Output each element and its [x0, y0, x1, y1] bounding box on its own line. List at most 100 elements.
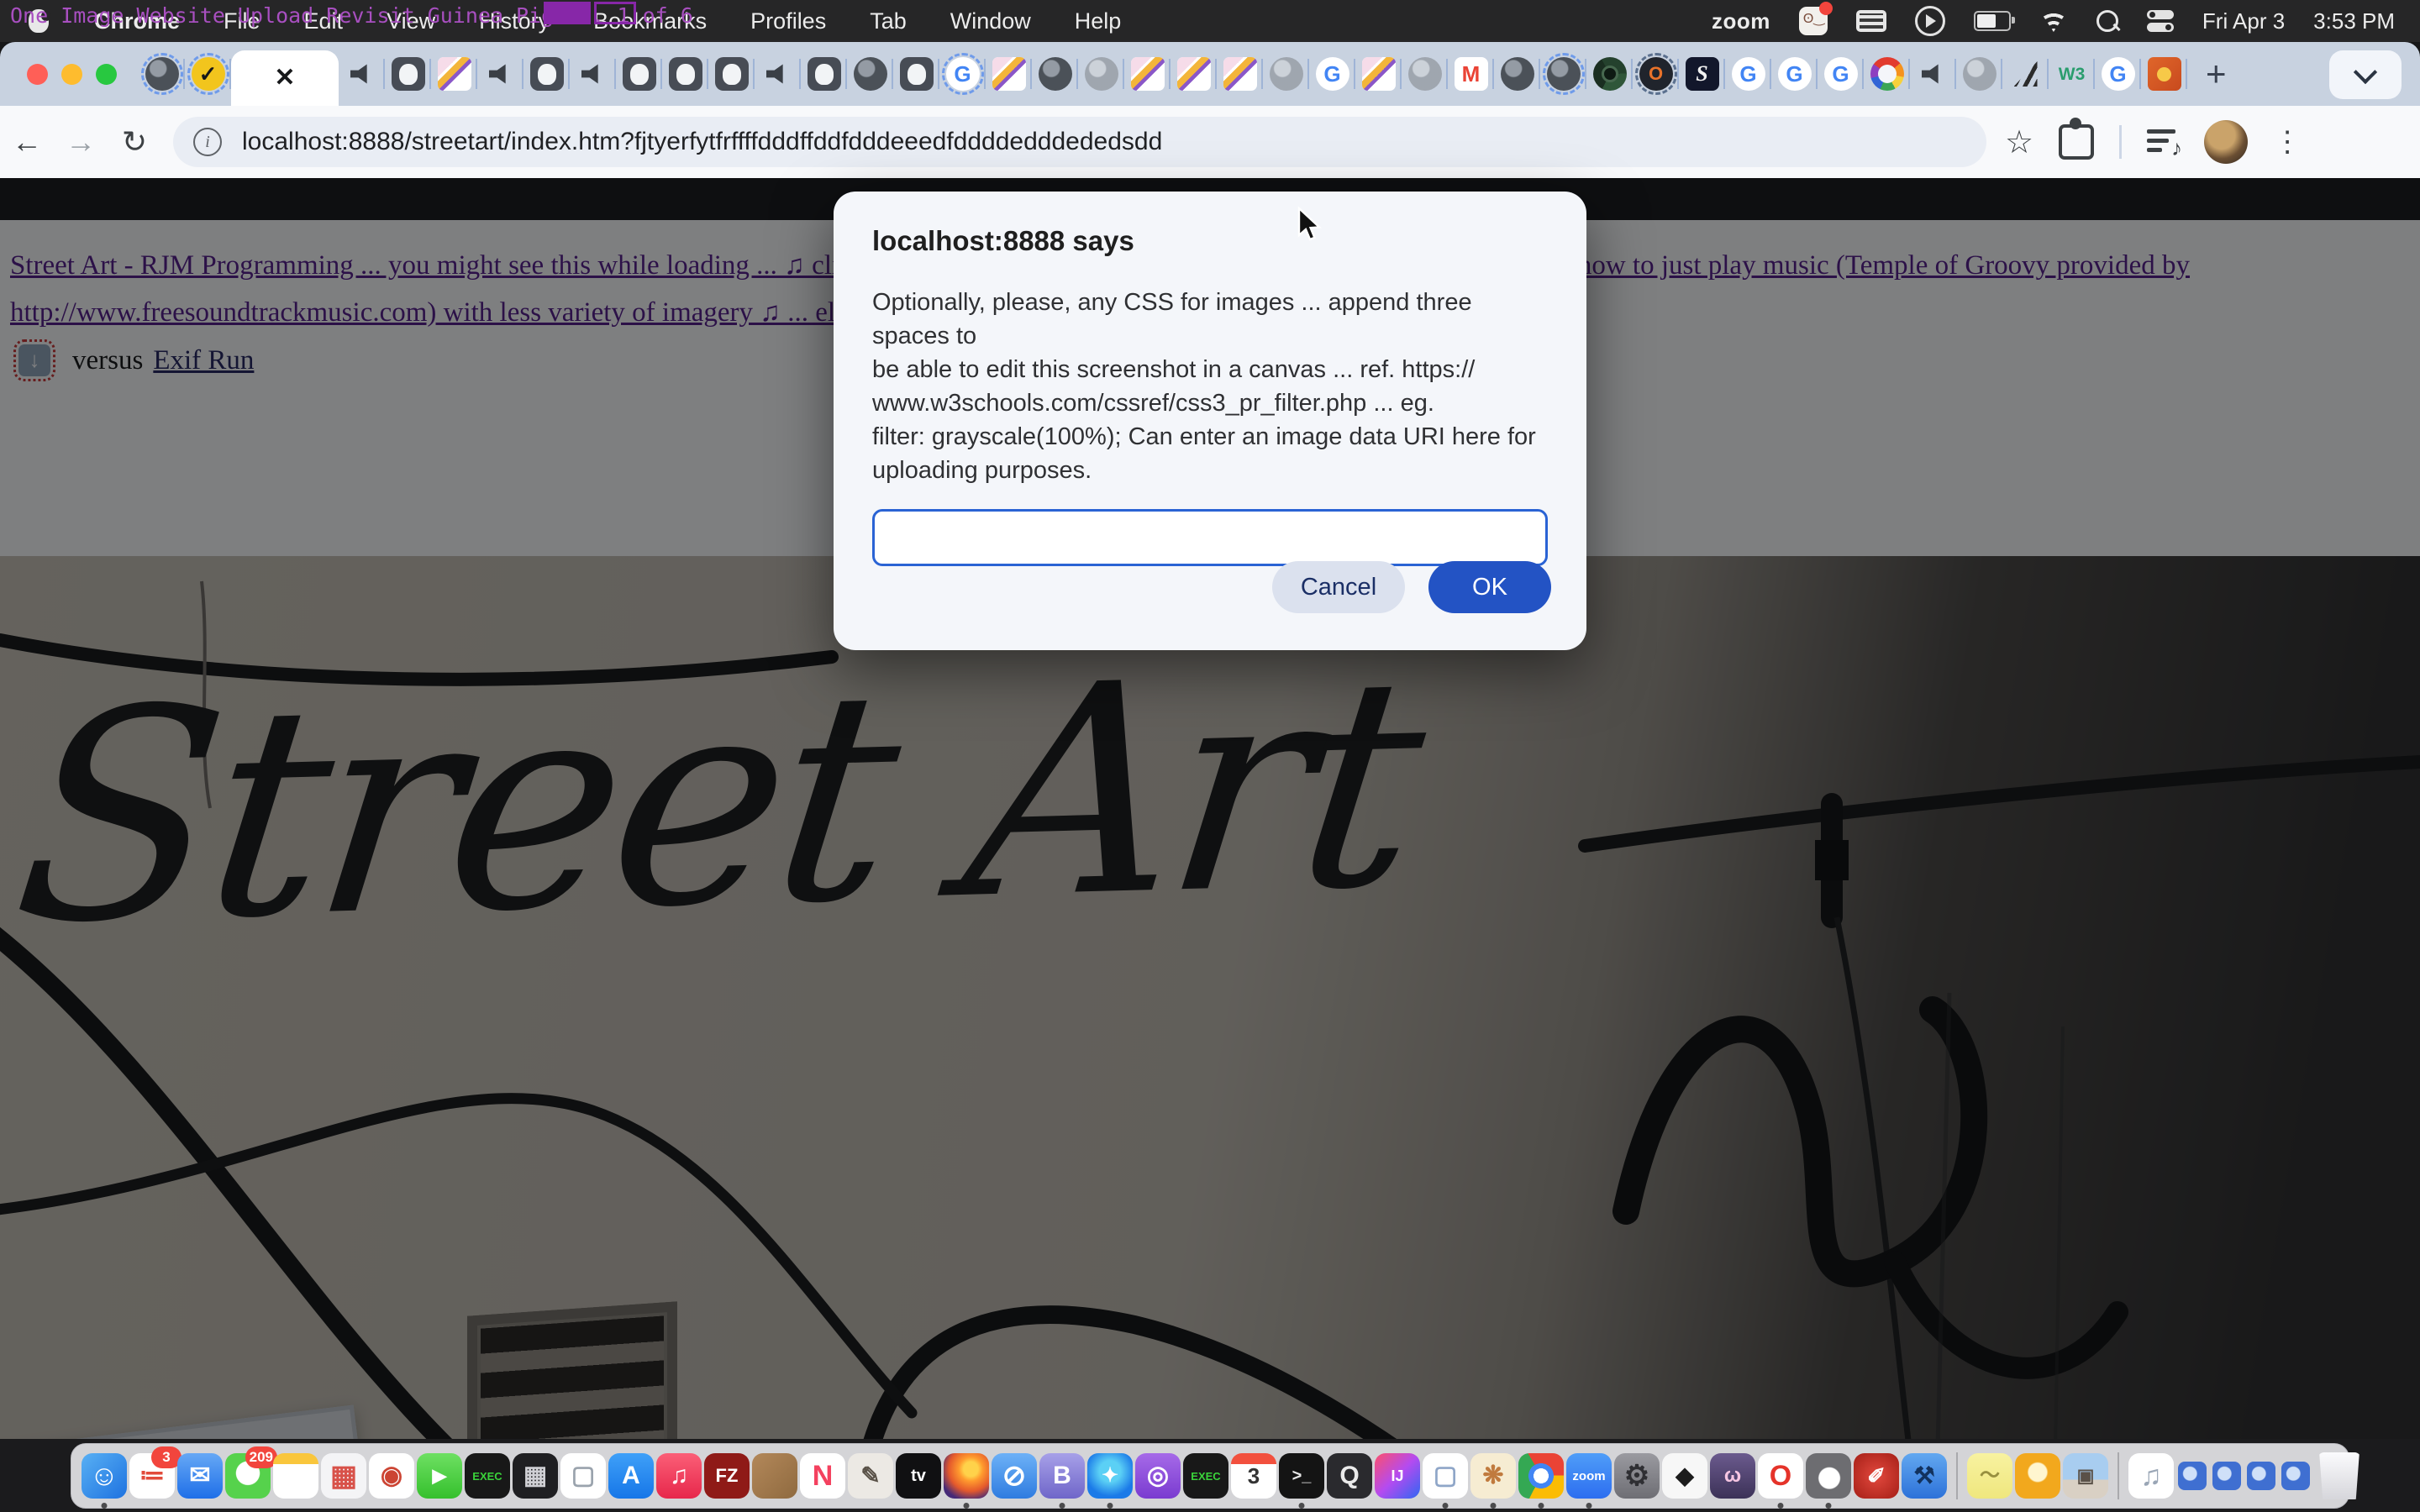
- pinned-tab[interactable]: [1263, 42, 1309, 106]
- pinned-tab[interactable]: G: [1725, 42, 1771, 106]
- dock-app-icon[interactable]: [944, 1453, 989, 1499]
- pinned-tab[interactable]: [2141, 42, 2187, 106]
- dialog-prompt-input[interactable]: [872, 509, 1548, 566]
- dock-app-icon[interactable]: [2015, 1453, 2060, 1499]
- pinned-tab[interactable]: [893, 42, 939, 106]
- pinned-tab[interactable]: [1355, 42, 1402, 106]
- dock-app-icon[interactable]: [752, 1453, 797, 1499]
- battery-icon[interactable]: [1974, 11, 2011, 31]
- menu-bar-date[interactable]: Fri Apr 3: [2202, 8, 2285, 34]
- pinned-tab[interactable]: [616, 42, 662, 106]
- trash-icon[interactable]: [2317, 1452, 2361, 1499]
- dock-app-icon[interactable]: ω: [1710, 1453, 1755, 1499]
- ok-button[interactable]: OK: [1428, 561, 1551, 613]
- pinned-tab[interactable]: [1956, 42, 2002, 106]
- pinned-tab[interactable]: [1032, 42, 1078, 106]
- menu-item[interactable]: Tab: [848, 8, 929, 34]
- zoom-menu-extra[interactable]: zoom: [1712, 8, 1770, 34]
- pinned-tab[interactable]: [2002, 42, 2049, 106]
- dock-app-icon[interactable]: ▢: [1423, 1453, 1468, 1499]
- dock-app-icon[interactable]: ✎: [848, 1453, 893, 1499]
- pinned-tab[interactable]: [1171, 42, 1217, 106]
- new-tab-button[interactable]: +: [2187, 54, 2245, 94]
- control-center-icon[interactable]: [2147, 10, 2174, 32]
- extensions-icon[interactable]: [2059, 124, 2094, 160]
- pinned-tab[interactable]: [1910, 42, 1956, 106]
- dock-app-icon[interactable]: B: [1039, 1453, 1085, 1499]
- dock-app-icon[interactable]: zoom: [1566, 1453, 1612, 1499]
- wifi-icon[interactable]: [2039, 10, 2068, 32]
- dock-app-icon[interactable]: N: [800, 1453, 845, 1499]
- dock-app-icon[interactable]: ◉: [369, 1453, 414, 1499]
- pinned-tab[interactable]: [1217, 42, 1263, 106]
- pinned-tab[interactable]: [1078, 42, 1124, 106]
- dock-file-icon[interactable]: [2178, 1462, 2207, 1490]
- dock-app-icon[interactable]: ▢: [560, 1453, 606, 1499]
- pinned-tab[interactable]: [477, 42, 523, 106]
- keyboard-icon[interactable]: [1856, 10, 1886, 32]
- pinned-tab[interactable]: O: [1633, 42, 1679, 106]
- dock-app-icon[interactable]: ⚙: [1614, 1453, 1660, 1499]
- dock-app-icon[interactable]: ✦: [1087, 1453, 1133, 1499]
- dock-app-icon[interactable]: >_: [1279, 1453, 1324, 1499]
- dock-app-icon[interactable]: 209: [225, 1453, 271, 1499]
- dock-app-icon[interactable]: ▦: [513, 1453, 558, 1499]
- active-tab[interactable]: ✕: [231, 50, 339, 106]
- menu-bar-time[interactable]: 3:53 PM: [2313, 8, 2395, 34]
- dock-file-icon[interactable]: [2212, 1462, 2241, 1490]
- dock-app-icon[interactable]: A: [608, 1453, 654, 1499]
- pinned-tab[interactable]: [385, 42, 431, 106]
- cancel-button[interactable]: Cancel: [1272, 561, 1405, 613]
- dock-app-icon[interactable]: EXEC: [1183, 1453, 1228, 1499]
- pinned-tab[interactable]: ✓: [185, 42, 231, 106]
- pinned-tab[interactable]: [1494, 42, 1540, 106]
- playback-icon[interactable]: [1915, 6, 1945, 36]
- pinned-tab[interactable]: [662, 42, 708, 106]
- fullscreen-window-button[interactable]: [96, 64, 117, 85]
- menu-item[interactable]: Profiles: [729, 8, 848, 34]
- pinned-tab[interactable]: [1402, 42, 1448, 106]
- spotlight-icon[interactable]: [2096, 10, 2118, 32]
- profile-avatar[interactable]: [2204, 120, 2248, 164]
- pinned-tab[interactable]: [1864, 42, 1910, 106]
- pinned-tab[interactable]: [708, 42, 755, 106]
- pinned-tab[interactable]: M: [1448, 42, 1494, 106]
- dock-app-icon[interactable]: ≔ 3: [129, 1453, 175, 1499]
- pinned-tab[interactable]: [801, 42, 847, 106]
- dock-app-icon[interactable]: [1518, 1453, 1564, 1499]
- dock-app-icon[interactable]: [273, 1453, 318, 1499]
- pinned-tab[interactable]: [570, 42, 616, 106]
- dock-app-icon[interactable]: ▦: [321, 1453, 366, 1499]
- pinned-tab[interactable]: G: [1818, 42, 1864, 106]
- dock-app-icon[interactable]: ✉: [177, 1453, 223, 1499]
- close-window-button[interactable]: [27, 64, 48, 85]
- pinned-tab[interactable]: S: [1679, 42, 1725, 106]
- dock-app-icon[interactable]: [1806, 1453, 1851, 1499]
- pinned-tab[interactable]: G: [1771, 42, 1818, 106]
- dock-app-icon[interactable]: IJ: [1375, 1453, 1420, 1499]
- dock-app-icon[interactable]: EXEC: [465, 1453, 510, 1499]
- dock-app-icon[interactable]: 〜: [1967, 1453, 2012, 1499]
- address-bar[interactable]: i localhost:8888/streetart/index.htm?fjt…: [173, 117, 1986, 167]
- dock-app-icon[interactable]: 3: [1231, 1453, 1276, 1499]
- pinned-tab[interactable]: [339, 42, 385, 106]
- dock-app-icon[interactable]: O: [1758, 1453, 1803, 1499]
- chrome-menu-icon[interactable]: ⋮: [2273, 125, 2302, 159]
- dock-app-icon[interactable]: ❋: [1470, 1453, 1516, 1499]
- minimize-window-button[interactable]: [61, 64, 82, 85]
- dock-app-icon[interactable]: tv: [896, 1453, 941, 1499]
- reload-button[interactable]: ↻: [108, 124, 161, 160]
- back-button[interactable]: ←: [0, 124, 54, 160]
- dock-app-icon[interactable]: ☺: [82, 1453, 127, 1499]
- notification-app-icon[interactable]: [1799, 7, 1828, 35]
- pinned-tab[interactable]: W3: [2049, 42, 2095, 106]
- pinned-tab[interactable]: [847, 42, 893, 106]
- pinned-tab[interactable]: G: [939, 42, 986, 106]
- pinned-tab[interactable]: [431, 42, 477, 106]
- dock-app-icon[interactable]: FZ: [704, 1453, 750, 1499]
- dock-file-icon[interactable]: ♫: [2128, 1453, 2174, 1499]
- pinned-tab[interactable]: [1124, 42, 1171, 106]
- pinned-tab[interactable]: G: [2095, 42, 2141, 106]
- menu-item[interactable]: Window: [929, 8, 1053, 34]
- dock-app-icon[interactable]: ▶: [417, 1453, 462, 1499]
